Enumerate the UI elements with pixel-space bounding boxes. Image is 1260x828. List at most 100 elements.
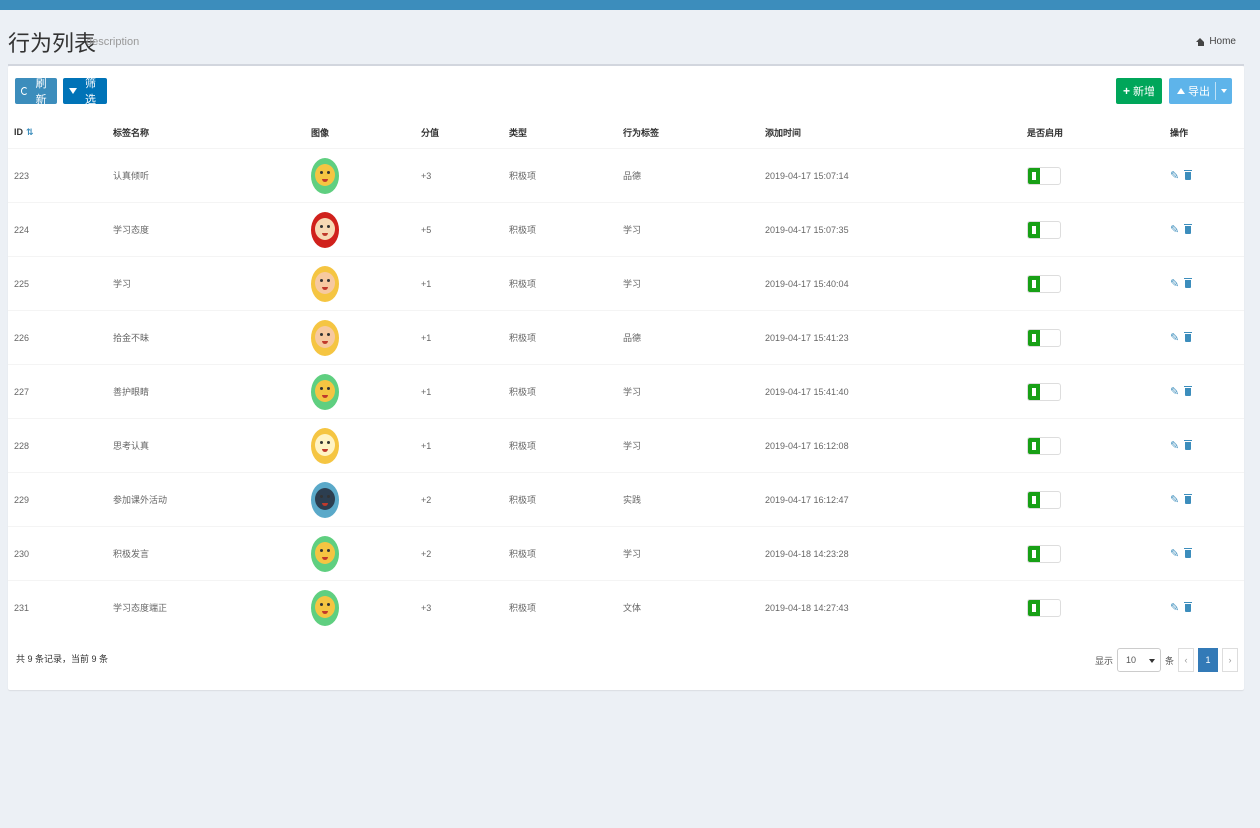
page-button-current[interactable]: 1 bbox=[1198, 648, 1218, 672]
cell-time: 2019-04-17 15:07:35 bbox=[765, 202, 1027, 257]
edit-icon[interactable]: ✎ bbox=[1170, 223, 1179, 236]
cell-score: +1 bbox=[421, 256, 509, 311]
cell-tag: 学习 bbox=[623, 202, 765, 257]
edit-icon[interactable]: ✎ bbox=[1170, 601, 1179, 614]
cell-name: 拾金不昧 bbox=[113, 310, 311, 365]
export-split-divider bbox=[1215, 82, 1216, 100]
cell-score: +1 bbox=[421, 364, 509, 419]
delete-icon[interactable] bbox=[1184, 277, 1193, 288]
delete-icon[interactable] bbox=[1184, 439, 1193, 450]
next-page-button[interactable]: › bbox=[1222, 648, 1238, 672]
sort-icon[interactable]: ⇅ bbox=[26, 127, 34, 137]
cell-image bbox=[311, 364, 421, 419]
column-header-id[interactable]: ID ⇅ bbox=[8, 116, 113, 149]
cell-name: 参加课外活动 bbox=[113, 472, 311, 527]
pagination: 显示 10 条 ‹ 1 › bbox=[1095, 648, 1238, 672]
breadcrumb-home[interactable]: Home bbox=[1209, 36, 1236, 47]
cell-enabled bbox=[1027, 526, 1170, 581]
cell-image bbox=[311, 256, 421, 311]
column-header-enabled: 是否启用 bbox=[1027, 116, 1170, 149]
green-face-icon bbox=[311, 535, 339, 572]
page-size-prefix: 显示 bbox=[1094, 655, 1113, 666]
enable-toggle[interactable] bbox=[1027, 598, 1061, 617]
enable-toggle[interactable] bbox=[1027, 220, 1061, 239]
column-header-actions: 操作 bbox=[1170, 116, 1244, 149]
enable-toggle[interactable] bbox=[1027, 544, 1061, 563]
delete-icon[interactable] bbox=[1184, 601, 1193, 612]
delete-icon[interactable] bbox=[1184, 547, 1193, 558]
refresh-icon bbox=[21, 87, 29, 95]
export-label: 导出 bbox=[1188, 86, 1210, 98]
delete-icon[interactable] bbox=[1184, 223, 1193, 234]
edit-icon[interactable]: ✎ bbox=[1170, 331, 1179, 344]
cell-enabled bbox=[1027, 256, 1170, 311]
edit-icon[interactable]: ✎ bbox=[1170, 385, 1179, 398]
chevron-down-icon bbox=[1148, 659, 1155, 663]
edit-icon[interactable]: ✎ bbox=[1170, 493, 1179, 506]
table-row: 226 拾金不昧 +1 积极项 品德 2019-04-17 15:41:23 ✎ bbox=[8, 310, 1244, 365]
enable-toggle[interactable] bbox=[1027, 436, 1061, 455]
enable-toggle[interactable] bbox=[1027, 382, 1061, 401]
enable-toggle[interactable] bbox=[1027, 490, 1061, 509]
chevron-down-icon[interactable] bbox=[1221, 89, 1227, 93]
cell-image bbox=[311, 418, 421, 473]
cell-tag: 文体 bbox=[623, 580, 765, 634]
cell-name: 善护眼睛 bbox=[113, 364, 311, 419]
cell-id: 230 bbox=[8, 526, 113, 581]
green-face-icon bbox=[311, 373, 339, 410]
cell-time: 2019-04-17 15:41:40 bbox=[765, 364, 1027, 419]
cell-enabled bbox=[1027, 580, 1170, 634]
cell-id: 226 bbox=[8, 310, 113, 365]
cell-id: 229 bbox=[8, 472, 113, 527]
cell-tag: 学习 bbox=[623, 418, 765, 473]
prev-page-button[interactable]: ‹ bbox=[1178, 648, 1194, 672]
cell-name: 认真倾听 bbox=[113, 148, 311, 203]
cell-time: 2019-04-17 16:12:08 bbox=[765, 418, 1027, 473]
cell-tag: 学习 bbox=[623, 256, 765, 311]
filter-button[interactable]: 筛选 bbox=[63, 78, 107, 106]
cell-time: 2019-04-17 15:40:04 bbox=[765, 256, 1027, 311]
cell-type: 积极项 bbox=[509, 310, 623, 365]
edit-icon[interactable]: ✎ bbox=[1170, 277, 1179, 290]
home-icon bbox=[1196, 37, 1205, 46]
cell-time: 2019-04-17 15:41:23 bbox=[765, 310, 1027, 365]
green-face-icon bbox=[311, 589, 339, 626]
cell-actions: ✎ bbox=[1170, 580, 1244, 634]
pagination-info: 共 9 条记录，当前 9 条 bbox=[16, 654, 109, 664]
cell-image bbox=[311, 148, 421, 203]
table-row: 225 学习 +1 积极项 学习 2019-04-17 15:40:04 ✎ bbox=[8, 256, 1244, 311]
table-row: 230 积极发言 +2 积极项 学习 2019-04-18 14:23:28 ✎ bbox=[8, 526, 1244, 581]
cell-name: 学习 bbox=[113, 256, 311, 311]
delete-icon[interactable] bbox=[1184, 331, 1193, 342]
cell-score: +2 bbox=[421, 526, 509, 581]
plus-icon: + bbox=[1122, 84, 1130, 98]
page-size-select[interactable]: 10 bbox=[1116, 648, 1161, 672]
enable-toggle[interactable] bbox=[1027, 166, 1061, 185]
breadcrumb[interactable]: Home bbox=[1196, 36, 1236, 47]
delete-icon[interactable] bbox=[1184, 493, 1193, 504]
cell-time: 2019-04-17 16:12:47 bbox=[765, 472, 1027, 527]
enable-toggle[interactable] bbox=[1027, 274, 1061, 293]
table-row: 224 学习态度 +5 积极项 学习 2019-04-17 15:07:35 ✎ bbox=[8, 202, 1244, 257]
filter-icon bbox=[69, 88, 77, 94]
edit-icon[interactable]: ✎ bbox=[1170, 169, 1179, 182]
cell-enabled bbox=[1027, 310, 1170, 365]
table-row: 229 参加课外活动 +2 积极项 实践 2019-04-17 16:12:47… bbox=[8, 472, 1244, 527]
add-button[interactable]: + 新增 bbox=[1116, 78, 1162, 104]
cell-image bbox=[311, 472, 421, 527]
enable-toggle[interactable] bbox=[1027, 328, 1061, 347]
edit-icon[interactable]: ✎ bbox=[1170, 439, 1179, 452]
list-box: 刷新 筛选 + 新增 导出 ID ⇅ 标签名称 图像 分值 类型 行为标签 添加时… bbox=[8, 66, 1244, 690]
delete-icon[interactable] bbox=[1184, 385, 1193, 396]
cell-score: +3 bbox=[421, 580, 509, 634]
cell-type: 积极项 bbox=[509, 202, 623, 257]
edit-icon[interactable]: ✎ bbox=[1170, 547, 1179, 560]
export-button[interactable]: 导出 bbox=[1169, 78, 1232, 104]
cell-actions: ✎ bbox=[1170, 526, 1244, 581]
delete-icon[interactable] bbox=[1184, 169, 1193, 180]
refresh-button[interactable]: 刷新 bbox=[15, 78, 57, 106]
page-description: description bbox=[86, 36, 140, 48]
cell-type: 积极项 bbox=[509, 256, 623, 311]
cell-type: 积极项 bbox=[509, 580, 623, 634]
cell-type: 积极项 bbox=[509, 148, 623, 203]
